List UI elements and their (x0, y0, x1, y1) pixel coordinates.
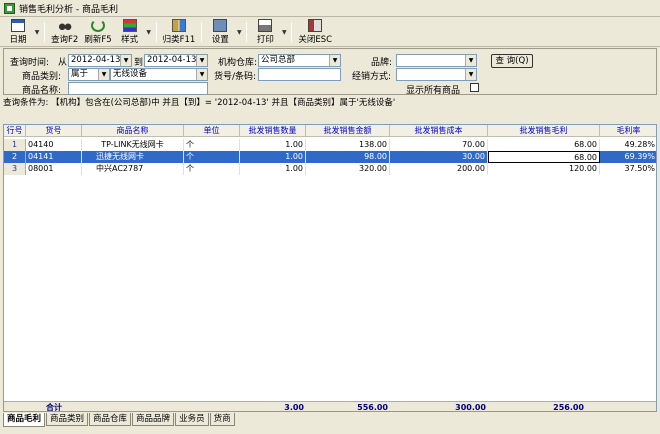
tab-product-category[interactable]: 商品类别 (46, 413, 89, 426)
style-button[interactable]: 样式 (115, 18, 145, 46)
header-cost[interactable]: 批发销售成本 (390, 125, 488, 137)
settings-dropdown-arrow[interactable]: ▼ (235, 18, 243, 46)
condition-text: 查询条件为: 【机构】包含在(公司总部)中 并且【到】= '2012-04-13… (3, 98, 396, 108)
chevron-down-icon[interactable]: ▼ (465, 55, 476, 66)
query-time-label: 查询时间: (10, 58, 50, 68)
title-bar: 销售毛利分析 - 商品毛利 (0, 0, 660, 17)
show-all-label: 显示所有商品 (406, 86, 461, 96)
table-row[interactable]: 1 04140 TP-LINK无线网卡 个 1.00 138.00 70.00 … (4, 139, 656, 151)
binoculars-icon (57, 19, 72, 32)
category-label: 商品类别: (22, 72, 62, 82)
category-select[interactable]: 无线设备 ▼ (110, 68, 208, 81)
warehouse-select[interactable]: 公司总部 ▼ (258, 54, 341, 67)
chevron-down-icon[interactable]: ▼ (196, 55, 207, 66)
brand-select[interactable]: ▼ (396, 54, 477, 67)
code-label: 货号/条码: (214, 72, 257, 82)
name-input[interactable] (68, 82, 208, 95)
header-margin[interactable]: 毛利率 (600, 125, 656, 137)
print-dropdown-arrow[interactable]: ▼ (280, 18, 288, 46)
tab-product-warehouse[interactable]: 商品仓库 (89, 413, 132, 426)
tab-supplier[interactable]: 货商 (209, 413, 235, 426)
tab-product-brand[interactable]: 商品品牌 (132, 413, 175, 426)
table-row-selected[interactable]: 2 04141 迅捷无线网卡 个 1.00 98.00 30.00 68.00 … (4, 151, 656, 163)
date-button[interactable]: 日期 (3, 18, 33, 46)
table-header: 行号 货号 商品名称 单位 批发销售数量 批发销售金额 批发销售成本 批发销售毛… (4, 125, 656, 137)
style-dropdown-arrow[interactable]: ▼ (145, 18, 153, 46)
brand-label: 品牌: (371, 58, 393, 68)
total-qty: 3.00 (284, 403, 304, 412)
sale-mode-select[interactable]: ▼ (396, 68, 477, 81)
focused-cell[interactable]: 68.00 (488, 151, 600, 163)
group-icon (171, 19, 186, 32)
table-row[interactable]: 3 08001 中兴AC2787 个 1.00 320.00 200.00 12… (4, 163, 656, 175)
name-label: 商品名称: (22, 86, 62, 96)
exit-door-icon (308, 19, 323, 32)
style-icon (122, 19, 137, 32)
total-row: 合计 3.00 556.00 300.00 256.00 (4, 401, 656, 412)
filter-panel: 查询时间: 从 2012-04-13 ▼ 到 2012-04-13 ▼ 机构仓库… (3, 48, 657, 96)
settings-button[interactable]: 设置 (205, 18, 235, 46)
chevron-down-icon[interactable]: ▼ (196, 69, 207, 80)
chevron-down-icon[interactable]: ▼ (120, 55, 131, 66)
header-row-no[interactable]: 行号 (4, 125, 26, 137)
query-button[interactable]: 查 询(Q) (491, 54, 533, 68)
header-code[interactable]: 货号 (26, 125, 82, 137)
toolbar: 日期 ▼ 查询F2 刷新F5 样式 ▼ 归类F11 设置 ▼ 打印 ▼ 关闭ES… (0, 18, 660, 47)
to-label: 到 (134, 58, 144, 68)
header-unit[interactable]: 单位 (184, 125, 240, 137)
bottom-tabs: 商品毛利 商品类别 商品仓库 商品品牌 业务员 货商 (3, 413, 236, 427)
group-button[interactable]: 归类F11 (160, 18, 199, 46)
tab-salesperson[interactable]: 业务员 (175, 413, 209, 426)
print-button[interactable]: 打印 (250, 18, 280, 46)
warehouse-label: 机构仓库: (218, 58, 258, 68)
tab-product-profit[interactable]: 商品毛利 (3, 413, 46, 427)
calendar-icon (11, 19, 25, 32)
total-amount: 556.00 (357, 403, 388, 412)
show-all-checkbox[interactable] (470, 83, 479, 92)
close-button[interactable]: 关闭ESC (295, 18, 335, 46)
from-label: 从 (58, 58, 68, 68)
code-input[interactable] (258, 68, 341, 81)
category-operator-select[interactable]: 属于 ▼ (68, 68, 110, 81)
total-cost: 300.00 (455, 403, 486, 412)
chevron-down-icon[interactable]: ▼ (465, 69, 476, 80)
date-dropdown-arrow[interactable]: ▼ (33, 18, 41, 46)
header-qty[interactable]: 批发销售数量 (240, 125, 306, 137)
app-icon (4, 2, 15, 14)
date-to-input[interactable]: 2012-04-13 ▼ (144, 54, 208, 67)
total-profit: 256.00 (553, 403, 584, 412)
header-amount[interactable]: 批发销售金额 (306, 125, 390, 137)
date-from-input[interactable]: 2012-04-13 ▼ (68, 54, 132, 67)
chevron-down-icon[interactable]: ▼ (329, 55, 340, 66)
data-grid[interactable]: 行号 货号 商品名称 单位 批发销售数量 批发销售金额 批发销售成本 批发销售毛… (3, 124, 657, 412)
sale-mode-label: 经销方式: (352, 72, 392, 82)
refresh-button[interactable]: 刷新F5 (81, 18, 114, 46)
settings-icon (213, 19, 228, 32)
chevron-down-icon[interactable]: ▼ (98, 69, 109, 80)
total-label: 合计 (46, 403, 62, 412)
query-toolbar-button[interactable]: 查询F2 (48, 18, 81, 46)
printer-icon (258, 19, 273, 32)
header-profit[interactable]: 批发销售毛利 (488, 125, 600, 137)
window-title: 销售毛利分析 - 商品毛利 (19, 4, 118, 15)
header-name[interactable]: 商品名称 (82, 125, 184, 137)
refresh-icon (90, 19, 105, 32)
